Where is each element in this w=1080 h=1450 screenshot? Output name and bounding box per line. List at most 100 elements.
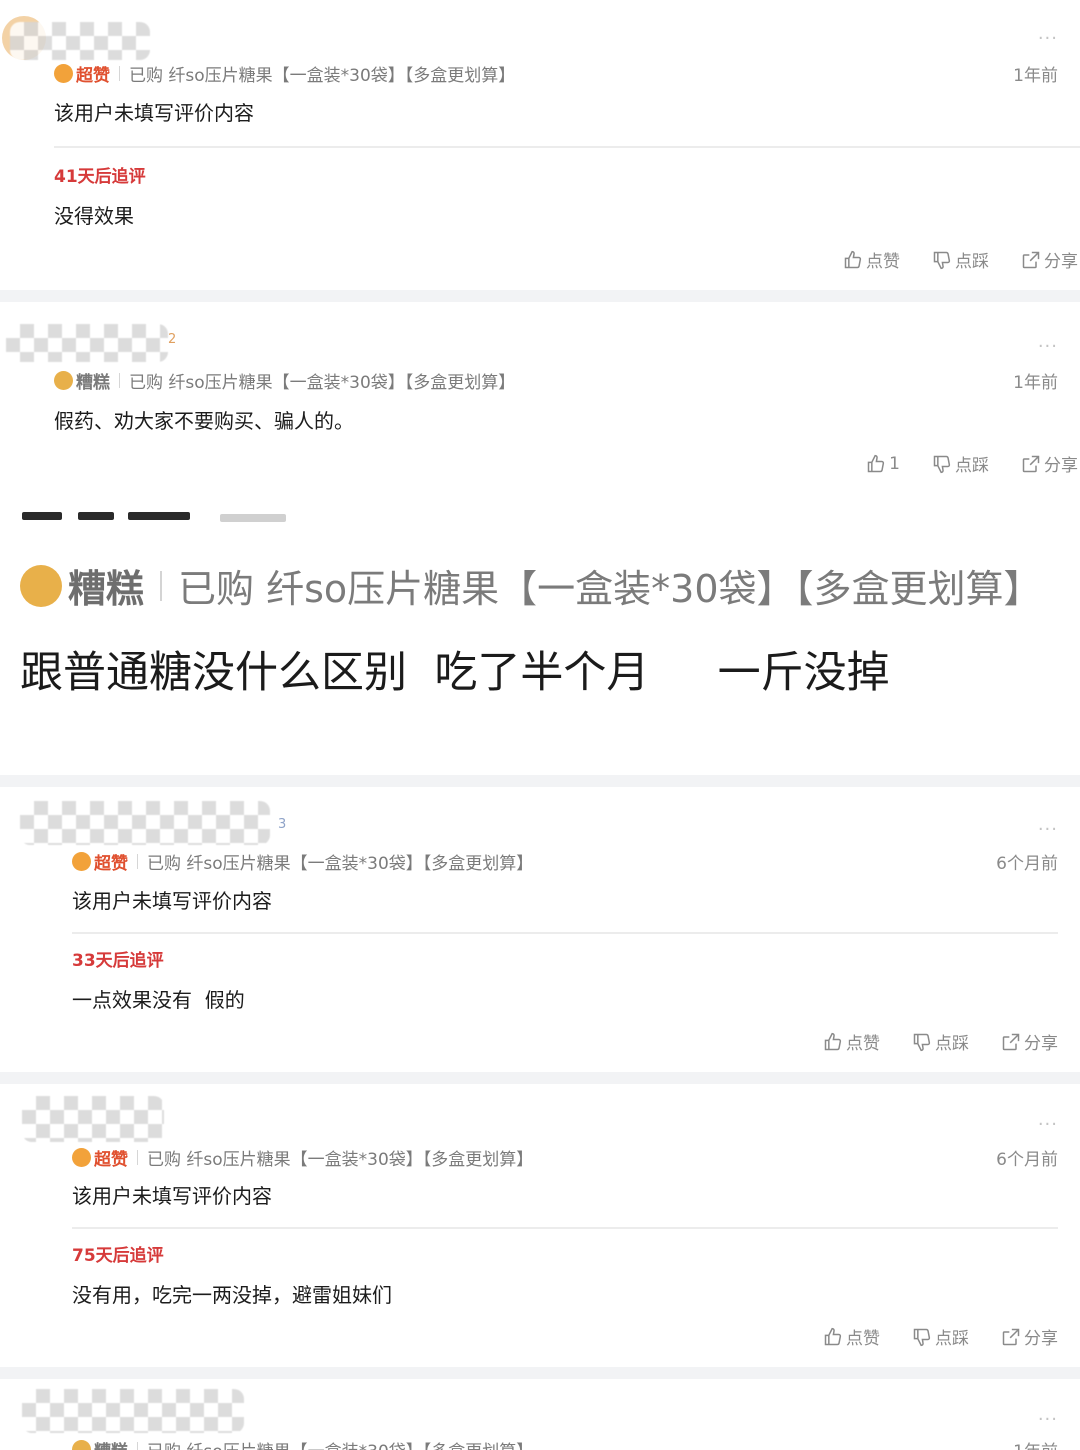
review-card-5: ··· 糟糕 已购 纤so压片糖果【一盒装*30袋】【多盒更划算】 1年前 bbox=[0, 1379, 1080, 1450]
review-time: 6个月前 bbox=[996, 854, 1058, 874]
dislike-button[interactable]: 点踩 bbox=[912, 1324, 969, 1349]
rating-tag: 超赞 bbox=[94, 1150, 128, 1170]
share-button[interactable]: 分享 bbox=[1001, 1029, 1058, 1054]
dislike-button[interactable]: 点踩 bbox=[932, 451, 989, 476]
followup-divider bbox=[54, 146, 1080, 148]
meta-divider bbox=[137, 854, 138, 869]
angry-emoji-icon bbox=[20, 564, 62, 607]
followup-label: 41天后追评 bbox=[54, 167, 146, 187]
user-level-badge: 3 bbox=[278, 817, 287, 832]
card-separator bbox=[0, 1072, 1080, 1084]
like-label: 点赞 bbox=[846, 1329, 880, 1349]
username-blurred bbox=[20, 801, 270, 845]
dislike-button[interactable]: 点踩 bbox=[932, 247, 989, 272]
purchased-item: 已购 纤so压片糖果【一盒装*30袋】【多盒更划算】 bbox=[129, 66, 516, 86]
followup-content: 一点效果没有 假的 bbox=[72, 988, 245, 1012]
like-label: 点赞 bbox=[866, 252, 900, 272]
review-time: 1年前 bbox=[1013, 1437, 1058, 1450]
review-content: 该用户未填写评价内容 bbox=[54, 101, 254, 125]
thumbs-down-icon bbox=[913, 1328, 931, 1346]
share-button[interactable]: 分享 bbox=[1021, 247, 1078, 272]
purchased-item: 已购 纤so压片糖果【一盒装*30袋】【多盒更划算】 bbox=[147, 1150, 534, 1170]
like-button[interactable]: 1 bbox=[866, 451, 900, 476]
like-button[interactable]: 点赞 bbox=[843, 247, 900, 272]
review-actions: 点赞 点踩 分享 bbox=[791, 1324, 1058, 1349]
share-label: 分享 bbox=[1044, 456, 1078, 476]
share-icon bbox=[1002, 1033, 1020, 1050]
purchased-item: 已购 纤so压片糖果【一盒装*30袋】【多盒更划算】 bbox=[147, 1437, 533, 1450]
dislike-label: 点踩 bbox=[955, 252, 989, 272]
review-actions: 1 点踩 分享 bbox=[834, 451, 1078, 476]
review-content: 该用户未填写评价内容 bbox=[72, 1184, 272, 1208]
username-blurred bbox=[22, 1389, 244, 1433]
cropped-text-fragment bbox=[78, 512, 114, 520]
thumbs-up-icon bbox=[867, 454, 885, 472]
review-time: 1年前 bbox=[1013, 66, 1058, 86]
cropped-text-fragment bbox=[128, 512, 190, 520]
zoomed-review-crop: 糟糕 已购 纤so压片糖果【一盒装*30袋】【多盒更划算】 跟普通糖没什么区别 … bbox=[0, 498, 1080, 775]
like-button[interactable]: 点赞 bbox=[823, 1029, 880, 1054]
love-emoji-icon bbox=[72, 852, 91, 871]
username-blurred bbox=[10, 22, 150, 60]
review-meta: 超赞 已购 纤so压片糖果【一盒装*30袋】【多盒更划算】 bbox=[72, 1145, 533, 1170]
review-card-3: 3 ··· 超赞 已购 纤so压片糖果【一盒装*30袋】【多盒更划算】 6个月前… bbox=[0, 787, 1080, 1072]
share-label: 分享 bbox=[1044, 252, 1078, 272]
more-icon[interactable]: ··· bbox=[1038, 338, 1058, 356]
thumbs-down-icon bbox=[933, 251, 951, 269]
review-time: 6个月前 bbox=[996, 1150, 1058, 1170]
review-meta: 糟糕 已购 纤so压片糖果【一盒装*30袋】【多盒更划算】 bbox=[54, 368, 515, 393]
rating-tag: 超赞 bbox=[94, 854, 128, 874]
card-separator bbox=[0, 1367, 1080, 1379]
review-card-1: ··· 超赞 已购 纤so压片糖果【一盒装*30袋】【多盒更划算】 1年前 该用… bbox=[0, 0, 1080, 290]
followup-label: 33天后追评 bbox=[72, 951, 164, 971]
cropped-text-fragment bbox=[22, 512, 62, 520]
thumbs-up-icon bbox=[844, 250, 862, 268]
like-count: 1 bbox=[889, 453, 900, 474]
meta-divider bbox=[160, 570, 163, 601]
meta-divider bbox=[137, 1150, 138, 1165]
followup-content: 没得效果 bbox=[54, 204, 134, 228]
love-emoji-icon bbox=[72, 1148, 91, 1167]
share-icon bbox=[1002, 1328, 1020, 1345]
dislike-label: 点踩 bbox=[935, 1329, 969, 1349]
username-blurred bbox=[22, 1096, 164, 1142]
share-label: 分享 bbox=[1024, 1329, 1058, 1349]
followup-divider bbox=[72, 932, 1058, 934]
share-button[interactable]: 分享 bbox=[1001, 1324, 1058, 1349]
meta-divider bbox=[119, 66, 120, 81]
share-icon bbox=[1022, 455, 1040, 472]
review-content: 该用户未填写评价内容 bbox=[72, 889, 272, 913]
username-blurred bbox=[6, 324, 168, 362]
user-level-badge: 2 bbox=[168, 332, 177, 347]
rating-tag: 超赞 bbox=[76, 66, 110, 86]
more-icon[interactable]: ··· bbox=[1038, 821, 1058, 839]
purchased-item: 已购 纤so压片糖果【一盒装*30袋】【多盒更划算】 bbox=[129, 373, 516, 393]
review-actions: 点赞 点踩 分享 bbox=[791, 1029, 1058, 1054]
angry-emoji-icon bbox=[54, 371, 73, 390]
more-icon[interactable]: ··· bbox=[1038, 1116, 1058, 1134]
share-icon bbox=[1022, 251, 1040, 268]
followup-label: 75天后追评 bbox=[72, 1246, 164, 1266]
zoomed-review-meta: 糟糕 已购 纤so压片糖果【一盒装*30袋】【多盒更划算】 bbox=[20, 558, 1042, 613]
card-separator bbox=[0, 290, 1080, 302]
purchased-item: 已购 纤so压片糖果【一盒装*30袋】【多盒更划算】 bbox=[178, 567, 1042, 611]
share-label: 分享 bbox=[1024, 1034, 1058, 1054]
review-content: 假药、劝大家不要购买、骗人的。 bbox=[54, 409, 354, 433]
thumbs-down-icon bbox=[913, 1033, 931, 1051]
dislike-label: 点踩 bbox=[935, 1034, 969, 1054]
dislike-button[interactable]: 点踩 bbox=[912, 1029, 969, 1054]
rating-tag: 糟糕 bbox=[94, 1437, 128, 1450]
like-label: 点赞 bbox=[846, 1034, 880, 1054]
like-button[interactable]: 点赞 bbox=[823, 1324, 880, 1349]
review-meta: 超赞 已购 纤so压片糖果【一盒装*30袋】【多盒更划算】 bbox=[54, 61, 515, 86]
more-icon[interactable]: ··· bbox=[1038, 30, 1058, 48]
more-icon[interactable]: ··· bbox=[1038, 1411, 1058, 1429]
dislike-label: 点踩 bbox=[955, 456, 989, 476]
share-button[interactable]: 分享 bbox=[1021, 451, 1078, 476]
zoomed-review-content: 跟普通糖没什么区别 吃了半个月 一斤没掉 bbox=[20, 648, 890, 698]
followup-divider bbox=[72, 1227, 1058, 1229]
cropped-text-fragment bbox=[220, 514, 286, 522]
purchased-item: 已购 纤so压片糖果【一盒装*30袋】【多盒更划算】 bbox=[147, 854, 534, 874]
followup-content: 没有用，吃完一两没掉，避雷姐妹们 bbox=[72, 1283, 392, 1307]
meta-divider bbox=[137, 1442, 138, 1450]
